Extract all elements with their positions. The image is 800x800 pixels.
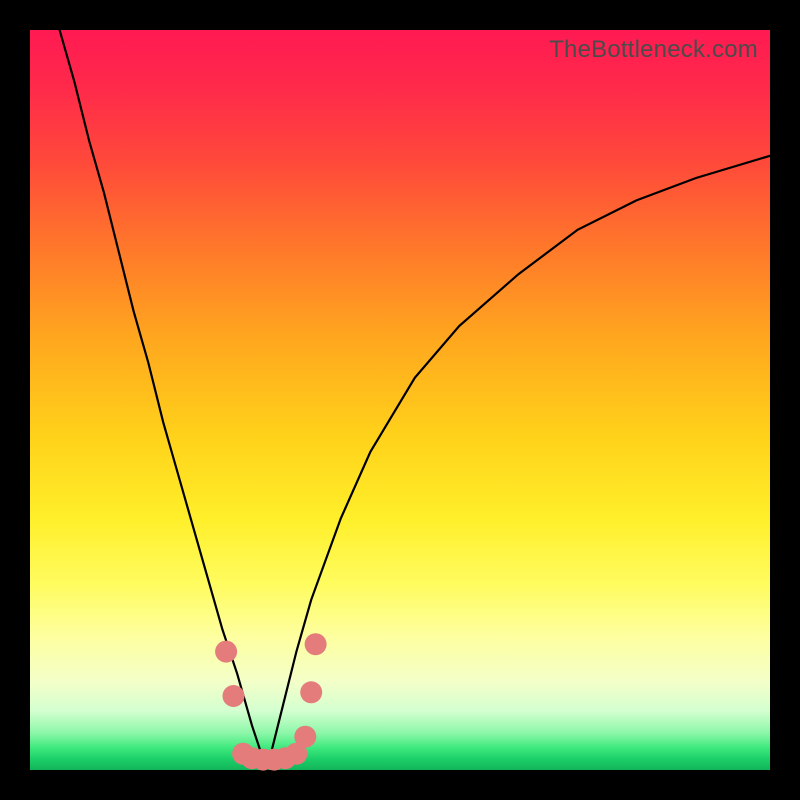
curve-left [60, 30, 267, 770]
curves-svg [30, 30, 770, 770]
marker-point [300, 681, 322, 703]
marker-point [223, 685, 245, 707]
markers-group [215, 633, 327, 770]
marker-point [294, 726, 316, 748]
marker-point [215, 641, 237, 663]
chart-frame: TheBottleneck.com [0, 0, 800, 800]
curve-right [267, 156, 770, 770]
plot-area: TheBottleneck.com [30, 30, 770, 770]
marker-point [305, 633, 327, 655]
